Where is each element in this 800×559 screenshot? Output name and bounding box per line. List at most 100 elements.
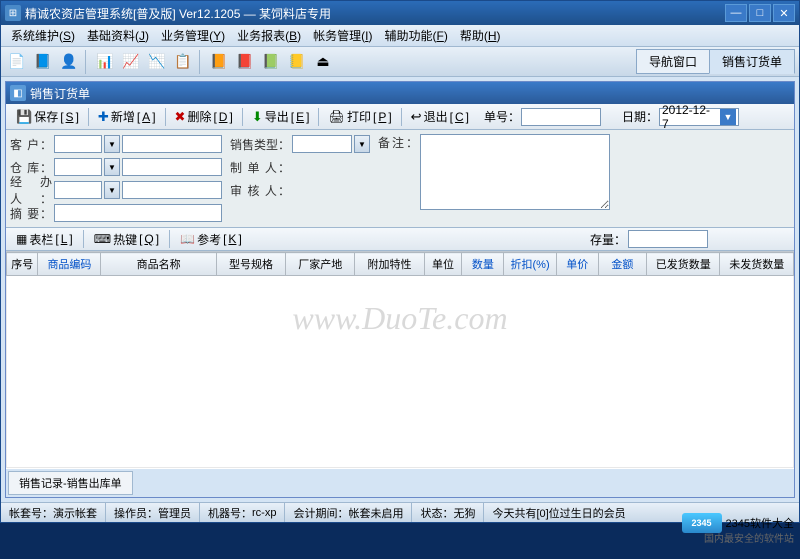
key-icon: ⌨ [94,232,111,246]
form-col-left: 客 户：▼ 仓 库：▼ 经办人：▼ 摘 要： [10,134,222,223]
status-account: 帐套号：演示帐套 [1,503,106,522]
statusbar: 帐套号：演示帐套 操作员：管理员 机器号：rc-xp 会计期间：帐套未启用 状态… [1,502,799,522]
summary-input[interactable] [54,204,222,222]
handler-dropdown[interactable]: ▼ [104,181,120,199]
col-header[interactable]: 型号规格 [216,253,285,276]
stock-label: 存量： [590,231,626,248]
columns-button[interactable]: ▦ 表栏[L] [10,229,79,250]
export-icon: ⬇ [252,109,263,125]
col-header[interactable]: 已发货数量 [647,253,720,276]
summary-label: 摘 要： [10,205,52,222]
print-button[interactable]: 🖨打印[P] [322,106,397,128]
delete-button[interactable]: ✖删除[D] [169,106,239,128]
export-button[interactable]: ⬇导出[E] [246,106,316,128]
doc-tabs: 导航窗口 销售订货单 [637,49,795,74]
menu-help[interactable]: 帮助(H) [454,25,507,46]
saletype-label: 销售类型： [230,136,290,153]
panel-icon: ◧ [10,85,26,101]
save-button[interactable]: 💾保存[S] [10,106,85,128]
badge-text: 2345软件大全 [726,515,794,531]
saletype-input[interactable] [292,135,352,153]
col-header[interactable]: 未发货数量 [720,253,794,276]
print-icon: 🖨 [328,109,345,125]
tool-btn-6[interactable]: 📉 [145,50,169,74]
exit-button[interactable]: ↩退出[C] [405,106,475,128]
status-operator: 操作员：管理员 [106,503,200,522]
menu-basedata[interactable]: 基础资料(J) [81,25,155,46]
minimize-button[interactable]: — [725,4,747,22]
exit-icon: ↩ [411,109,422,125]
col-header[interactable]: 数量 [462,253,504,276]
docno-label: 单号： [484,108,520,125]
status-state: 状态：无狗 [412,503,484,522]
app-window: ⊞ 精诚农资店管理系统[普及版] Ver12.1205 — 某饲料店专用 — □… [0,0,800,523]
close-button[interactable]: ✕ [773,4,795,22]
tool-btn-11[interactable]: 📒 [285,50,309,74]
col-header[interactable]: 序号 [7,253,38,276]
col-header[interactable]: 金额 [598,253,646,276]
panel-title-text: 销售订货单 [30,85,90,102]
menu-report[interactable]: 业务报表(B) [231,25,307,46]
book-icon: 📖 [180,232,195,246]
tool-btn-8[interactable]: 📙 [207,50,231,74]
form-col-right: 备注： [378,134,610,223]
customer-dropdown[interactable]: ▼ [104,135,120,153]
tool-btn-10[interactable]: 📗 [259,50,283,74]
form-col-mid: 销售类型：▼ 制 单 人： 审 核 人： [230,134,370,223]
sales-order-panel: ◧ 销售订货单 💾保存[S] ✚新增[A] ✖删除[D] ⬇导出[E] 🖨打印[… [5,81,795,498]
handler-name[interactable] [122,181,222,199]
warehouse-name[interactable] [122,158,222,176]
tab-sales-order[interactable]: 销售订货单 [709,49,795,74]
col-header[interactable]: 单价 [556,253,598,276]
ref-button[interactable]: 📖 参考[K] [174,229,248,250]
menu-aux[interactable]: 辅助功能(F) [378,25,453,46]
tool-btn-7[interactable]: 📋 [171,50,195,74]
maximize-button[interactable]: □ [749,4,771,22]
handler-code[interactable] [54,181,102,199]
warehouse-code[interactable] [54,158,102,176]
toolbar: 📄 📘 👤 📊 📈 📉 📋 📙 📕 📗 📒 ⏏ 导航窗口 销售订货单 [1,47,799,77]
menu-system[interactable]: 系统维护(S) [5,25,81,46]
tool-btn-1[interactable]: 📄 [5,50,29,74]
col-header[interactable]: 附加特性 [355,253,424,276]
col-header[interactable]: 商品名称 [101,253,216,276]
add-button[interactable]: ✚新增[A] [92,106,162,128]
menu-business[interactable]: 业务管理(Y) [155,25,231,46]
tool-btn-3[interactable]: 👤 [57,50,81,74]
footer-tab-sales-out[interactable]: 销售记录-销售出库单 [8,471,133,495]
items-grid[interactable]: 序号商品编码商品名称型号规格厂家产地附加特性单位数量折扣(%)单价金额已发货数量… [6,252,794,468]
warehouse-dropdown[interactable]: ▼ [104,158,120,176]
mid-bar: ▦ 表栏[L] ⌨ 热键[Q] 📖 参考[K] 存量： [6,227,794,251]
form-area: 客 户：▼ 仓 库：▼ 经办人：▼ 摘 要： 销售类型：▼ 制 单 人： 审 核… [6,130,794,227]
save-icon: 💾 [16,109,32,125]
tool-sep [199,50,203,74]
col-header[interactable]: 折扣(%) [504,253,556,276]
tool-btn-12[interactable]: ⏏ [311,50,335,74]
tool-btn-2[interactable]: 📘 [31,50,55,74]
action-bar: 💾保存[S] ✚新增[A] ✖删除[D] ⬇导出[E] 🖨打印[P] ↩退出[C… [6,104,794,130]
tool-btn-4[interactable]: 📊 [93,50,117,74]
saletype-dropdown[interactable]: ▼ [354,135,370,153]
customer-code[interactable] [54,135,102,153]
col-header[interactable]: 厂家产地 [286,253,355,276]
col-header[interactable]: 单位 [424,253,462,276]
hotkey-button[interactable]: ⌨ 热键[Q] [88,229,165,250]
menu-account[interactable]: 帐务管理(I) [307,25,378,46]
menubar: 系统维护(S) 基础资料(J) 业务管理(Y) 业务报表(B) 帐务管理(I) … [1,25,799,47]
status-period: 会计期间：帐套未启用 [285,503,412,522]
docno-input[interactable] [521,108,601,126]
customer-name[interactable] [122,135,222,153]
date-value: 2012-12- 7 [662,103,718,131]
grid-wrap: 序号商品编码商品名称型号规格厂家产地附加特性单位数量折扣(%)单价金额已发货数量… [6,251,794,469]
chevron-down-icon[interactable]: ▼ [720,109,736,125]
date-picker[interactable]: 2012-12- 7 ▼ [659,108,739,126]
stock-value [628,230,708,248]
tool-btn-5[interactable]: 📈 [119,50,143,74]
remark-textarea[interactable] [420,134,610,210]
tab-nav[interactable]: 导航窗口 [636,49,710,74]
col-header[interactable]: 商品编码 [38,253,101,276]
footer-tabs: 销售记录-销售出库单 [6,469,794,497]
grid-empty-row [7,276,794,468]
titlebar: ⊞ 精诚农资店管理系统[普及版] Ver12.1205 — 某饲料店专用 — □… [1,1,799,25]
tool-btn-9[interactable]: 📕 [233,50,257,74]
